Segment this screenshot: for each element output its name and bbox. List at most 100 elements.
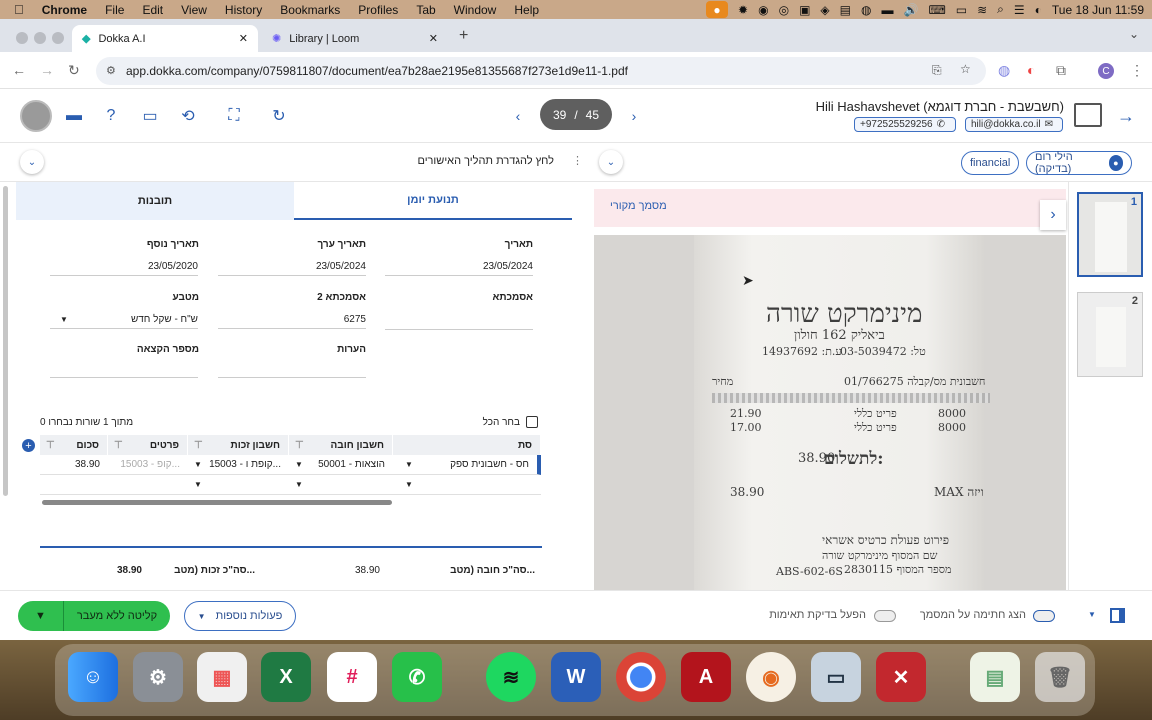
menu-profiles[interactable]: Profiles (358, 3, 398, 17)
slack-icon[interactable]: # (327, 652, 377, 702)
menu-help[interactable]: Help (514, 3, 539, 17)
empty-credit-cell[interactable]: ▼ (188, 475, 289, 495)
zoom-window-icon[interactable] (52, 32, 64, 44)
clock-text[interactable]: Tue 18 Jun 11:59 (1052, 3, 1144, 17)
pin-icon[interactable]: ⊤ (114, 440, 123, 451)
date-field[interactable]: 23/05/2024 (385, 261, 533, 276)
email-chip[interactable]: hili@dokka.co.il ✉ (965, 117, 1063, 132)
more-actions-button[interactable]: ▼ פעולות נוספות (184, 601, 296, 631)
profile-avatar-icon[interactable]: C (1098, 63, 1114, 79)
row-debit-cell[interactable]: ▼ 50001 - הוצאות (289, 455, 393, 475)
tab-search-icon[interactable]: ⌄ (1129, 27, 1139, 41)
history-icon[interactable]: ⟲ (176, 105, 200, 127)
collapse-left-icon[interactable]: ⌄ (20, 150, 44, 174)
col-debit-header[interactable]: ⊤ חשבון חובה (289, 435, 393, 455)
menu-bookmarks[interactable]: Bookmarks (280, 3, 340, 17)
empty-debit-cell[interactable]: ▼ (289, 475, 393, 495)
back-arrow-icon[interactable]: → (1114, 105, 1138, 127)
col-credit-header[interactable]: ⊤ חשבון זכות (188, 435, 289, 455)
status-icon[interactable]: ▬ (881, 3, 893, 17)
battery-icon[interactable]: ▭ (956, 3, 967, 17)
siri-icon[interactable]: ◐ (1035, 3, 1042, 17)
volume-icon[interactable]: 🔊 (903, 3, 918, 17)
browser-tab-loom[interactable]: ✺ Library | Loom ✕ (262, 25, 448, 52)
dropdown-arrow-icon[interactable]: ▼ (405, 480, 413, 489)
fullscreen-icon[interactable]: ⛶ (222, 105, 246, 127)
site-info-icon[interactable]: ⚙ (106, 64, 116, 77)
folder-icon[interactable] (1074, 103, 1102, 127)
dropdown-arrow-icon[interactable]: ▼ (1088, 610, 1096, 619)
dropdown-arrow-icon[interactable]: ▼ (405, 460, 413, 469)
select-all-checkbox[interactable] (526, 416, 538, 428)
spotify-icon[interactable]: ≋ (486, 652, 536, 702)
next-doc-icon[interactable]: › (622, 105, 646, 127)
match-check-toggle[interactable] (874, 610, 896, 622)
preview-icon[interactable]: ▭ (811, 652, 861, 702)
trash-icon[interactable]: 🗑 (1035, 652, 1085, 702)
menu-edit[interactable]: Edit (142, 3, 163, 17)
new-tab-icon[interactable]: + (459, 27, 468, 45)
approval-process-text[interactable]: לחץ להגדרת תהליך האישורים (380, 155, 554, 167)
finder-icon[interactable]: ☺ (68, 652, 118, 702)
extensions-puzzle-icon[interactable]: ⧉ (1056, 62, 1066, 79)
tab-insights[interactable]: תובנות (16, 182, 294, 220)
chat-icon[interactable]: ▭ (138, 105, 162, 127)
close-tab-icon[interactable]: ✕ (429, 32, 438, 45)
close-window-icon[interactable] (16, 32, 28, 44)
wifi-icon[interactable]: ≋ (977, 3, 987, 17)
grid-horizontal-scrollbar[interactable] (42, 500, 392, 505)
col-type-header[interactable]: סת (393, 435, 541, 455)
currency-select[interactable]: ש"ח - שקל חדש (50, 314, 198, 329)
extension-icon[interactable]: ◍ (998, 62, 1010, 79)
left-scrollbar[interactable] (3, 186, 8, 496)
menu-file[interactable]: File (105, 3, 124, 17)
save-without-next-button[interactable]: קליטה ללא מעבר (64, 601, 170, 631)
search-icon[interactable]: ⌕ (997, 2, 1004, 17)
financial-tag[interactable]: financial (961, 151, 1020, 175)
keyboard-icon[interactable]: ⌨ (928, 3, 945, 17)
back-icon[interactable]: ← (12, 62, 26, 78)
status-icon[interactable]: ▤ (840, 3, 851, 17)
close-tab-icon[interactable]: ✕ (239, 32, 248, 45)
system-settings-icon[interactable]: ⚙ (133, 652, 183, 702)
collapse-right-icon[interactable]: ⌄ (599, 150, 623, 174)
status-icon[interactable]: ◍ (861, 3, 871, 17)
empty-amount-cell[interactable] (40, 475, 108, 495)
refresh-icon[interactable]: ↻ (267, 105, 291, 127)
row-credit-cell[interactable]: ▼ 15003 - קופת ו... (188, 455, 289, 475)
row-details-cell[interactable]: 15003 - קופ... (108, 455, 188, 475)
more-menu-icon[interactable]: ⋮ (1130, 62, 1144, 79)
bookmark-star-icon[interactable]: ☆ (960, 62, 971, 76)
empty-details-cell[interactable] (108, 475, 188, 495)
control-center-icon[interactable]: ☰ (1014, 3, 1025, 17)
menu-window[interactable]: Window (454, 3, 497, 17)
expand-viewer-icon[interactable]: › (1040, 200, 1066, 230)
original-doc-label[interactable]: מסמך מקורי (610, 200, 667, 212)
value-date-field[interactable]: 23/05/2024 (218, 261, 366, 276)
word-icon[interactable]: W (551, 652, 601, 702)
dropdown-arrow-icon[interactable]: ▼ (194, 480, 202, 489)
reference-field[interactable] (385, 314, 533, 330)
status-icon[interactable]: ◉ (758, 3, 768, 17)
notes-field[interactable] (218, 360, 366, 378)
whatsapp-icon[interactable]: ✆ (392, 652, 442, 702)
row-type-cell[interactable]: ▼ חס - חשבונית ספק (393, 455, 541, 475)
status-icon[interactable]: ◎ (779, 3, 789, 17)
excel-icon[interactable]: X (261, 652, 311, 702)
dropdown-arrow-icon[interactable]: ▼ (60, 315, 68, 324)
menu-view[interactable]: View (181, 3, 207, 17)
menu-app-name[interactable]: Chrome (42, 3, 87, 17)
thumbnail-page-1[interactable]: 1 (1077, 192, 1143, 277)
drag-handle-icon[interactable]: ⋮ (572, 154, 583, 167)
user-pill[interactable]: הילי רום (בדיקה) ● (1026, 151, 1132, 175)
reload-icon[interactable]: ↻ (68, 62, 80, 79)
tab-journal-entry[interactable]: תנועת יומן (294, 182, 572, 220)
empty-type-cell[interactable]: ▼ (393, 475, 541, 495)
pin-icon[interactable]: ⊤ (194, 440, 203, 451)
extension-icon[interactable]: ◐ (1027, 62, 1035, 78)
israel-flag-icon[interactable]: ▬ (62, 105, 86, 127)
launchpad-icon[interactable]: ▦ (197, 652, 247, 702)
batch-number-field[interactable] (50, 360, 198, 378)
thumbnail-page-2[interactable]: 2 (1077, 292, 1143, 377)
brightness-icon[interactable]: ✹ (738, 3, 748, 17)
